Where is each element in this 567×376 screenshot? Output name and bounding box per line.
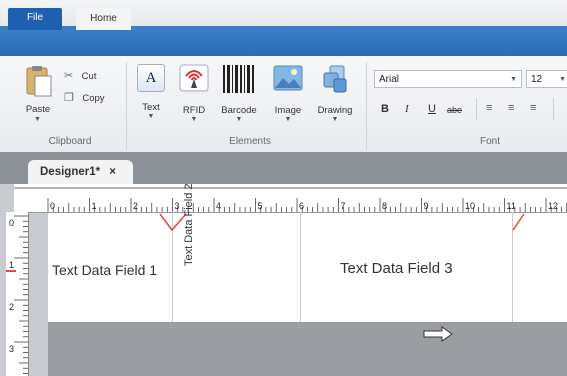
ruler-number: 5 — [258, 201, 263, 211]
document-tab-title: Designer1* — [40, 166, 101, 178]
tab-print[interactable]: Print — [200, 10, 236, 30]
copy-label: Copy — [82, 93, 105, 104]
ruler-number: 0 — [50, 201, 55, 211]
tab-table[interactable]: Table — [143, 10, 183, 30]
align-center-icon[interactable]: ≡ — [508, 102, 514, 114]
chevron-down-icon: ▼ — [559, 76, 566, 83]
underline-button[interactable]: U — [428, 103, 436, 115]
ribbon-divider — [366, 62, 367, 150]
image-label: Image — [274, 105, 302, 116]
chevron-down-icon: ▼ — [235, 116, 243, 123]
ruler-number: 11 — [507, 201, 516, 211]
ruler-number: 1 — [9, 260, 14, 270]
align-right-icon[interactable]: ≡ — [530, 102, 536, 114]
font-group-label: Font — [479, 136, 500, 147]
chevron-down-icon: ▼ — [190, 116, 198, 123]
ribbon-divider — [553, 98, 554, 120]
horizontal-ruler[interactable]: 0 1 2 3 4 5 6 7 8 9 10 11 12 — [14, 184, 567, 213]
cut-label: Cut — [81, 71, 97, 82]
text-data-field-1[interactable]: Text Data Field 1 — [52, 262, 157, 278]
italic-button[interactable]: I — [405, 103, 409, 115]
ribbon-tab-strip — [0, 26, 567, 56]
text-data-field-3[interactable]: Text Data Field 3 — [340, 260, 453, 277]
tab-label[interactable]: Label — [253, 10, 293, 30]
ribbon-divider — [126, 62, 127, 150]
text-element-icon: A — [137, 64, 165, 92]
right-arrow-icon — [423, 326, 453, 342]
text-button[interactable]: A Text ▼ — [133, 64, 169, 126]
drawing-label: Drawing — [317, 105, 353, 116]
font-family-value: Arial — [379, 74, 400, 85]
text-label: Text — [142, 102, 160, 113]
paste-icon — [26, 66, 52, 97]
drawing-button[interactable]: Drawing ▼ — [310, 64, 360, 126]
close-icon[interactable]: × — [109, 166, 116, 178]
chevron-down-icon: ▼ — [510, 76, 517, 83]
ruler-number: 1 — [92, 201, 97, 211]
paste-label: Paste — [25, 104, 51, 115]
ruler-number: 12 — [548, 201, 558, 211]
ruler-number: 10 — [465, 201, 475, 211]
text-data-field-2[interactable]: Text Data Field 2 — [183, 183, 195, 266]
ruler-number: 2 — [9, 302, 14, 312]
chevron-down-icon: ▼ — [284, 116, 292, 123]
barcode-button[interactable]: Barcode ▼ — [216, 64, 262, 126]
field-divider — [300, 212, 301, 322]
ruler-number: 6 — [299, 201, 304, 211]
scissors-icon: ✂ — [64, 70, 74, 82]
rfid-icon — [179, 64, 209, 92]
drawing-icon — [323, 65, 347, 93]
vertical-ruler[interactable]: 0 1 2 3 — [6, 212, 29, 376]
ruler-position-marker — [6, 270, 16, 272]
chevron-down-icon: ▼ — [147, 113, 155, 120]
chevron-down-icon: ▼ — [331, 116, 339, 123]
copy-icon: ❐ — [64, 92, 74, 104]
tab-home[interactable]: Home — [76, 8, 131, 30]
align-left-icon[interactable]: ≡ — [486, 102, 492, 114]
document-tab-designer1[interactable]: Designer1* × — [28, 160, 133, 184]
clipboard-group-label: Clipboard — [48, 136, 92, 147]
image-icon — [273, 65, 303, 91]
copy-button[interactable]: ❐ Copy — [64, 88, 120, 104]
tab-file[interactable]: File — [8, 8, 62, 30]
font-size-select[interactable]: 12 ▼ — [526, 70, 567, 88]
font-size-value: 12 — [531, 74, 543, 85]
cut-button[interactable]: ✂ Cut — [64, 66, 114, 82]
image-button[interactable]: Image ▼ — [268, 64, 308, 126]
ruler-number: 0 — [9, 218, 14, 228]
ruler-number: 3 — [9, 344, 14, 354]
font-family-select[interactable]: Arial ▼ — [374, 70, 522, 88]
bold-button[interactable]: B — [381, 103, 389, 115]
paste-button[interactable]: Paste ▼ — [22, 64, 54, 126]
ruler-number: 7 — [341, 201, 346, 211]
elements-group-label: Elements — [229, 136, 271, 147]
tab-utility[interactable]: Utility — [306, 10, 352, 30]
ruler-number: 8 — [382, 201, 387, 211]
ruler-number: 4 — [216, 201, 221, 211]
ruler-number: 3 — [175, 201, 180, 211]
rfid-label: RFID — [182, 105, 206, 116]
ruler-number: 2 — [133, 201, 138, 211]
barcode-label: Barcode — [221, 105, 257, 116]
strikethrough-button[interactable]: abe — [447, 105, 462, 115]
ruler-number: 9 — [424, 201, 429, 211]
ribbon-divider — [476, 98, 477, 120]
selection-marker — [512, 213, 525, 231]
barcode-icon — [223, 65, 254, 93]
chevron-down-icon: ▼ — [34, 116, 41, 123]
rfid-button[interactable]: RFID ▼ — [176, 64, 212, 126]
